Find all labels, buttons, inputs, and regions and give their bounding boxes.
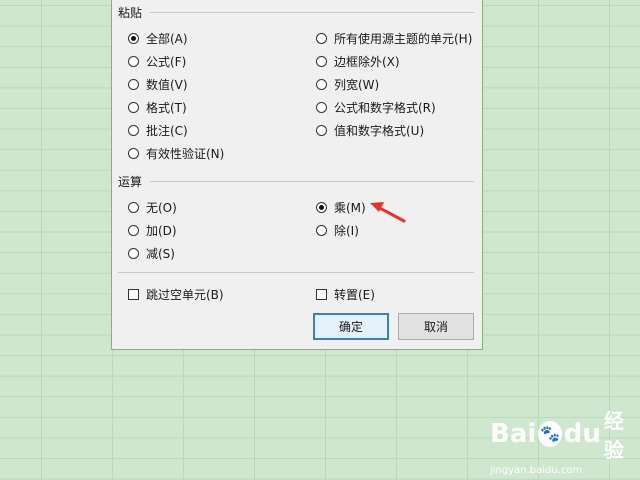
paste-option-column-widths[interactable]: 列宽(W) bbox=[316, 76, 379, 93]
cancel-button[interactable]: 取消 bbox=[398, 313, 474, 340]
option-label: 所有使用源主题的单元(H) bbox=[334, 32, 473, 46]
option-label: 有效性验证(N) bbox=[146, 147, 225, 161]
radio-icon bbox=[316, 225, 327, 236]
radio-icon bbox=[316, 79, 327, 90]
operation-section-label: 运算 bbox=[118, 175, 143, 189]
checkbox-icon bbox=[128, 289, 139, 300]
paste-option-values-number-formats[interactable]: 值和数字格式(U) bbox=[316, 122, 424, 139]
radio-icon bbox=[128, 248, 139, 259]
option-label: 批注(C) bbox=[146, 124, 188, 138]
paste-option-source-theme[interactable]: 所有使用源主题的单元(H) bbox=[316, 30, 472, 47]
radio-icon bbox=[128, 102, 139, 113]
option-label: 公式(F) bbox=[146, 55, 187, 69]
radio-selected-icon bbox=[128, 33, 139, 44]
radio-selected-icon bbox=[316, 202, 327, 213]
option-label: 数值(V) bbox=[146, 78, 188, 92]
radio-icon bbox=[128, 125, 139, 136]
option-label: 乘(M) bbox=[334, 201, 366, 215]
watermark-brand: Bai bbox=[490, 419, 537, 449]
paste-option-formats[interactable]: 格式(T) bbox=[128, 99, 187, 116]
paste-option-formulas[interactable]: 公式(F) bbox=[128, 53, 186, 70]
paste-option-values[interactable]: 数值(V) bbox=[128, 76, 188, 93]
watermark-brand-suffix: du bbox=[563, 419, 601, 449]
watermark-logo: Bai 🐾 du 经验 bbox=[490, 405, 640, 463]
red-arrow-annotation-icon bbox=[370, 202, 406, 223]
paste-section-divider bbox=[150, 12, 474, 13]
radio-icon bbox=[316, 33, 327, 44]
watermark-product: 经验 bbox=[603, 409, 624, 462]
option-label: 跳过空单元(B) bbox=[146, 288, 224, 302]
options-divider bbox=[118, 272, 474, 273]
option-label: 转置(E) bbox=[334, 288, 375, 302]
transpose-checkbox[interactable]: 转置(E) bbox=[316, 286, 375, 303]
paste-option-validation[interactable]: 有效性验证(N) bbox=[128, 145, 224, 162]
paste-option-comments[interactable]: 批注(C) bbox=[128, 122, 188, 139]
radio-icon bbox=[128, 202, 139, 213]
option-label: 加(D) bbox=[146, 224, 177, 238]
option-label: 值和数字格式(U) bbox=[334, 124, 425, 138]
watermark-url: jingyan.baidu.com bbox=[490, 465, 583, 476]
option-label: 无(O) bbox=[146, 201, 177, 215]
checkbox-icon bbox=[316, 289, 327, 300]
operation-section-divider bbox=[150, 181, 474, 182]
paste-option-formulas-number-formats[interactable]: 公式和数字格式(R) bbox=[316, 99, 436, 116]
option-label: 格式(T) bbox=[146, 101, 187, 115]
option-label: 公式和数字格式(R) bbox=[334, 101, 436, 115]
baidu-jingyan-watermark: Bai 🐾 du 经验 jingyan.baidu.com bbox=[490, 405, 640, 476]
operation-option-subtract[interactable]: 减(S) bbox=[128, 245, 175, 262]
radio-icon bbox=[128, 79, 139, 90]
option-label: 除(I) bbox=[334, 224, 359, 238]
ok-button[interactable]: 确定 bbox=[313, 313, 389, 340]
operation-option-divide[interactable]: 除(I) bbox=[316, 222, 359, 239]
paste-option-no-borders[interactable]: 边框除外(X) bbox=[316, 53, 400, 70]
option-label: 减(S) bbox=[146, 247, 175, 261]
paste-section-label: 粘贴 bbox=[118, 6, 143, 20]
radio-icon bbox=[128, 225, 139, 236]
operation-option-add[interactable]: 加(D) bbox=[128, 222, 177, 239]
option-label: 全部(A) bbox=[146, 32, 188, 46]
option-label: 列宽(W) bbox=[334, 78, 380, 92]
paste-option-all[interactable]: 全部(A) bbox=[128, 30, 188, 47]
radio-icon bbox=[128, 56, 139, 67]
paw-icon: 🐾 bbox=[538, 421, 562, 447]
option-label: 边框除外(X) bbox=[334, 55, 400, 69]
radio-icon bbox=[316, 125, 327, 136]
operation-option-multiply[interactable]: 乘(M) bbox=[316, 199, 366, 216]
radio-icon bbox=[316, 102, 327, 113]
radio-icon bbox=[128, 148, 139, 159]
radio-icon bbox=[316, 56, 327, 67]
operation-option-none[interactable]: 无(O) bbox=[128, 199, 177, 216]
skip-blanks-checkbox[interactable]: 跳过空单元(B) bbox=[128, 286, 224, 303]
paste-special-dialog: 粘贴 全部(A) 公式(F) 数值(V) 格式(T) 批注(C) 有效性验证(N… bbox=[111, 0, 483, 350]
